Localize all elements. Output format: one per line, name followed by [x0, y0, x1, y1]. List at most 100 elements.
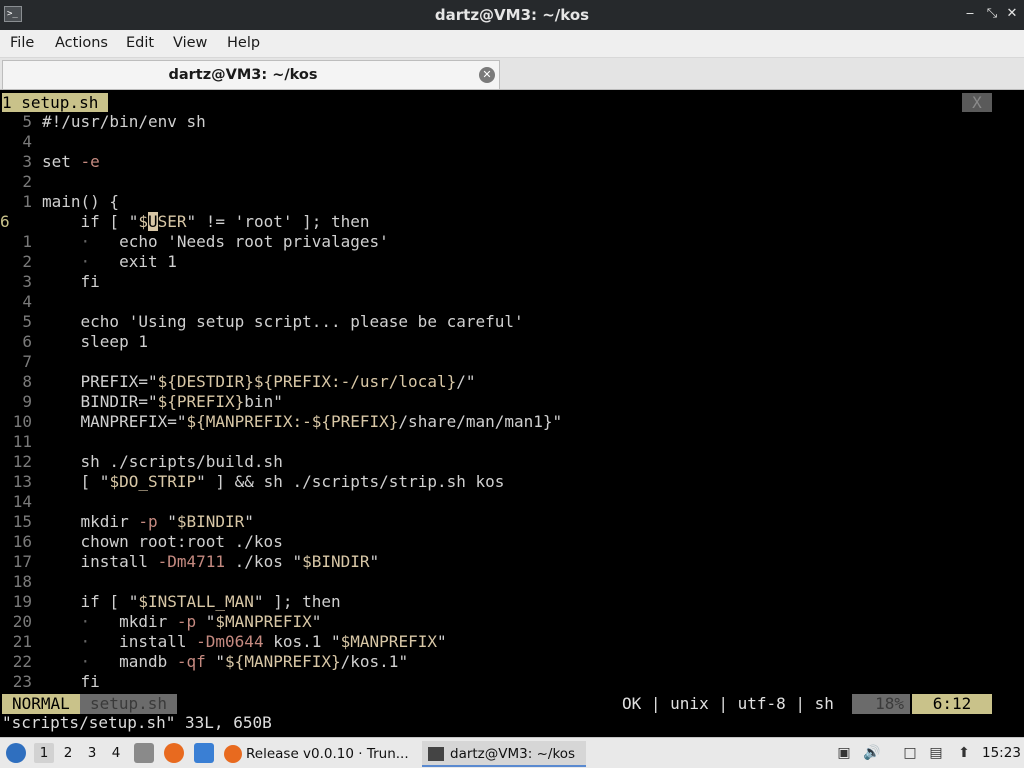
vim-tab-close[interactable]: X	[962, 93, 992, 112]
vim-tab[interactable]: 1 setup.sh	[2, 93, 109, 112]
line-number: 12	[12, 452, 32, 471]
minimize-button[interactable]: ‒	[962, 6, 978, 22]
code-line[interactable]: 1 main() {	[0, 192, 1024, 212]
code-text: · install -Dm0644 kos.1 "$MANPREFIX"	[80, 632, 447, 651]
vim-status-fileinfo: OK | unix | utf-8 | sh	[622, 694, 834, 713]
close-tab-icon[interactable]: ✕	[479, 67, 495, 83]
close-window-button[interactable]: ✕	[1004, 6, 1020, 22]
workspace-4[interactable]: 4	[106, 743, 126, 763]
line-number: 9	[22, 392, 32, 411]
code-line[interactable]: 23 fi	[0, 672, 1024, 692]
vim-mode: NORMAL	[2, 694, 80, 714]
line-number: 21	[12, 632, 32, 651]
terminal-area[interactable]: 1 setup.sh X 5 #!/usr/bin/env sh 4 3 set -e 2…	[0, 91, 1024, 735]
menu-view[interactable]: View	[173, 30, 207, 56]
volume-icon[interactable]: 🔊	[862, 743, 882, 763]
code-line[interactable]: 1 · echo 'Needs root privalages'	[0, 232, 1024, 252]
code-line[interactable]: 22 · mandb -qf "${MANPREFIX}/kos.1"	[0, 652, 1024, 672]
code-line[interactable]: 11	[0, 432, 1024, 452]
code-text: sleep 1	[42, 332, 148, 351]
start-menu-icon[interactable]	[6, 743, 26, 763]
code-text: · mkdir -p "$MANPREFIX"	[80, 612, 322, 631]
code-line[interactable]: 17 install -Dm4711 ./kos "$BINDIR"	[0, 552, 1024, 572]
terminal-tab[interactable]: dartz@VM3: ~/kos ✕	[2, 60, 500, 89]
desktop-icon[interactable]	[194, 743, 214, 763]
code-line[interactable]: 4	[0, 132, 1024, 152]
menu-edit[interactable]: Edit	[126, 30, 154, 56]
line-number: 23	[12, 672, 32, 691]
code-line[interactable]: 2 · exit 1	[0, 252, 1024, 272]
file-manager-icon[interactable]	[134, 743, 154, 763]
task-firefox[interactable]: Release v0.0.10 · Trun...	[224, 741, 416, 767]
notes-icon[interactable]: □	[900, 743, 920, 763]
code-text: [ "$DO_STRIP" ] && sh ./scripts/strip.sh…	[42, 472, 505, 491]
line-number: 2	[22, 172, 32, 191]
code-line[interactable]: 12 sh ./scripts/build.sh	[0, 452, 1024, 472]
code-text: · mandb -qf "${MANPREFIX}/kos.1"	[80, 652, 409, 671]
menu-file[interactable]: File	[10, 30, 34, 56]
code-line[interactable]: 9 BINDIR="${PREFIX}bin"	[0, 392, 1024, 412]
code-line[interactable]: 6 if [ "$USER" != 'root' ]; then	[0, 212, 1024, 232]
network-icon[interactable]: ▤	[926, 743, 946, 763]
code-line[interactable]: 14	[0, 492, 1024, 512]
code-text: fi	[42, 672, 100, 691]
line-number: 1	[22, 232, 32, 251]
code-text: install -Dm4711 ./kos "$BINDIR"	[42, 552, 380, 571]
code-text: fi	[42, 272, 100, 291]
code-line[interactable]: 2	[0, 172, 1024, 192]
workspace-2[interactable]: 2	[58, 743, 78, 763]
code-text: main() {	[42, 192, 120, 211]
line-number: 16	[12, 532, 32, 551]
task-terminal[interactable]: dartz@VM3: ~/kos	[422, 741, 586, 767]
menu-help[interactable]: Help	[227, 30, 260, 56]
line-number: 14	[12, 492, 32, 511]
code-line[interactable]: 7	[0, 352, 1024, 372]
firefox-icon[interactable]	[164, 743, 184, 763]
code-text: MANPREFIX="${MANPREFIX:-${PREFIX}/share/…	[42, 412, 563, 431]
vim-status-position: 6:12	[912, 694, 992, 714]
code-text: · exit 1	[80, 252, 177, 271]
line-number: 4	[22, 132, 32, 151]
task-firefox-label: Release v0.0.10 · Trun...	[246, 746, 409, 762]
code-line[interactable]: 18	[0, 572, 1024, 592]
task-terminal-label: dartz@VM3: ~/kos	[450, 746, 576, 762]
code-line[interactable]: 10 MANPREFIX="${MANPREFIX:-${PREFIX}/sha…	[0, 412, 1024, 432]
code-line[interactable]: 8 PREFIX="${DESTDIR}${PREFIX:-/usr/local…	[0, 372, 1024, 392]
code-line[interactable]: 21 · install -Dm0644 kos.1 "$MANPREFIX"	[0, 632, 1024, 652]
code-line[interactable]: 19 if [ "$INSTALL_MAN" ]; then	[0, 592, 1024, 612]
code-line[interactable]: 3 set -e	[0, 152, 1024, 172]
line-number: 5	[22, 312, 32, 331]
code-text: BINDIR="${PREFIX}bin"	[42, 392, 283, 411]
line-number: 19	[12, 592, 32, 611]
code-line[interactable]: 16 chown root:root ./kos	[0, 532, 1024, 552]
code-line[interactable]: 5 echo 'Using setup script... please be …	[0, 312, 1024, 332]
code-text: set -e	[42, 152, 100, 171]
code-text: chown root:root ./kos	[42, 532, 283, 551]
code-line[interactable]: 6 sleep 1	[0, 332, 1024, 352]
line-number: 7	[22, 352, 32, 371]
line-number: 10	[12, 412, 32, 431]
workspace-3[interactable]: 3	[82, 743, 102, 763]
maximize-button[interactable]: ⤡	[984, 6, 1000, 22]
code-line[interactable]: 4	[0, 292, 1024, 312]
code-line[interactable]: 5 #!/usr/bin/env sh	[0, 112, 1024, 132]
code-text: echo 'Using setup script... please be ca…	[42, 312, 524, 331]
code-line[interactable]: 13 [ "$DO_STRIP" ] && sh ./scripts/strip…	[0, 472, 1024, 492]
workspace-1[interactable]: 1	[34, 743, 54, 763]
code-text: sh ./scripts/build.sh	[42, 452, 283, 471]
taskbar: 1 2 3 4 Release v0.0.10 · Trun... dartz@…	[0, 737, 1024, 768]
code-text: · echo 'Needs root privalages'	[80, 232, 389, 251]
line-number: 6	[22, 332, 32, 351]
code-text: if [ "$INSTALL_MAN" ]; then	[42, 592, 341, 611]
code-text: PREFIX="${DESTDIR}${PREFIX:-/usr/local}/…	[42, 372, 476, 391]
taskbar-clock: 15:23	[982, 745, 1021, 761]
code-line[interactable]: 20 · mkdir -p "$MANPREFIX"	[0, 612, 1024, 632]
code-text: #!/usr/bin/env sh	[42, 112, 206, 131]
line-number: 8	[22, 372, 32, 391]
update-icon[interactable]: ⬆	[954, 743, 974, 763]
menu-actions[interactable]: Actions	[55, 30, 108, 56]
code-line[interactable]: 15 mkdir -p "$BINDIR"	[0, 512, 1024, 532]
clipboard-icon[interactable]: ▣	[834, 743, 854, 763]
code-line[interactable]: 3 fi	[0, 272, 1024, 292]
line-number: 2	[22, 252, 32, 271]
